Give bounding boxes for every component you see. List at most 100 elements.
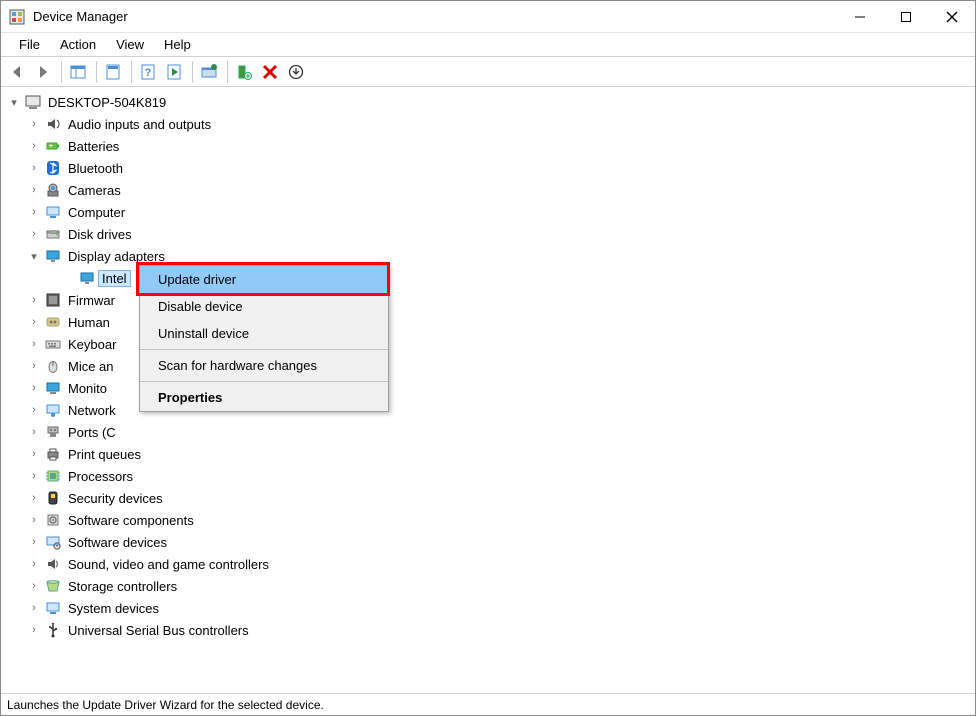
tree-item-label: Network [68,403,116,418]
tree-item-label: Display adapters [68,249,165,264]
update-icon [288,64,304,80]
show-hide-tree-button[interactable] [66,60,90,84]
statusbar-text: Launches the Update Driver Wizard for th… [7,698,324,712]
add-legacy-icon: + [236,64,252,80]
context-menu-item[interactable]: Update driver [140,266,388,293]
tree-category[interactable]: ›Software components [1,509,975,531]
softcomp-icon [45,512,61,528]
computer-root-icon [25,94,41,110]
network-icon [45,402,61,418]
tree-item-label: Monito [68,381,107,396]
expand-arrow-icon[interactable]: › [27,118,41,130]
context-menu-item[interactable]: Disable device [140,293,388,320]
expand-arrow-icon[interactable]: › [27,624,41,636]
tree-item-label: DESKTOP-504K819 [48,95,166,110]
tree-category[interactable]: › Universal Serial Bus controllers [1,619,975,641]
tree-item-label: Keyboar [68,337,116,352]
forward-button[interactable] [31,60,55,84]
toolbar-separator [61,61,62,83]
sound-icon [45,556,61,572]
menu-view[interactable]: View [106,35,154,54]
toolbar-separator [192,61,193,83]
usb-icon [45,622,61,638]
collapse-arrow-icon[interactable]: ▾ [27,250,41,263]
tree-category[interactable]: › Processors [1,465,975,487]
expand-arrow-icon[interactable]: › [27,448,41,460]
expand-arrow-icon[interactable]: › [27,294,41,306]
tree-category[interactable]: ›Storage controllers [1,575,975,597]
context-menu-item[interactable]: Properties [140,384,388,411]
action-button[interactable] [162,60,186,84]
tree-item-label: Mice an [68,359,114,374]
storage-icon [45,578,61,594]
display-icon [79,270,95,286]
context-menu-item[interactable]: Uninstall device [140,320,388,347]
expand-arrow-icon[interactable]: › [27,514,41,526]
expand-arrow-icon[interactable]: › [27,580,41,592]
ports-icon [45,424,61,440]
expand-arrow-icon[interactable]: › [27,206,41,218]
bluetooth-icon [45,160,61,176]
expand-arrow-icon[interactable]: › [27,360,41,372]
tree-item-label: Cameras [68,183,121,198]
tree-category[interactable]: ›Ports (C [1,421,975,443]
tree-category[interactable]: ›Computer [1,201,975,223]
maximize-button[interactable] [883,1,929,33]
menu-help[interactable]: Help [154,35,201,54]
back-button[interactable] [5,60,29,84]
computer-icon [45,204,61,220]
expand-arrow-icon[interactable]: › [27,492,41,504]
statusbar: Launches the Update Driver Wizard for th… [1,693,975,715]
tree-item-label: Security devices [68,491,163,506]
show-hide-tree-icon [70,64,86,80]
expand-arrow-icon[interactable]: › [27,470,41,482]
properties-button[interactable] [101,60,125,84]
tree-item-label: Disk drives [68,227,132,242]
tree-root-computer[interactable]: ▾ DESKTOP-504K819 [1,91,975,113]
context-menu-item[interactable]: Scan for hardware changes [140,352,388,379]
expand-arrow-icon[interactable]: › [27,404,41,416]
minimize-button[interactable] [837,1,883,33]
expand-arrow-icon[interactable]: › [27,536,41,548]
expand-arrow-icon[interactable]: › [27,338,41,350]
expand-arrow-icon[interactable]: › [27,140,41,152]
tree-category[interactable]: ›Software devices [1,531,975,553]
remove-button[interactable] [258,60,282,84]
tree-category[interactable]: ›Audio inputs and outputs [1,113,975,135]
tree-category[interactable]: ▾ Display adapters [1,245,975,267]
tree-category[interactable]: › Disk drives [1,223,975,245]
expand-arrow-icon[interactable]: › [27,228,41,240]
menu-file[interactable]: File [9,35,50,54]
expand-arrow-icon[interactable]: › [27,316,41,328]
tree-category[interactable]: ›Bluetooth [1,157,975,179]
tree-category[interactable]: ›System devices [1,597,975,619]
remove-icon [262,64,278,80]
tree-item-label: Universal Serial Bus controllers [68,623,249,638]
update-button[interactable] [284,60,308,84]
expand-arrow-icon[interactable]: › [27,382,41,394]
menu-action[interactable]: Action [50,35,106,54]
security-icon [45,490,61,506]
close-button[interactable] [929,1,975,33]
monitor-icon [45,380,61,396]
expand-arrow-icon[interactable]: › [27,426,41,438]
tree-category[interactable]: › Security devices [1,487,975,509]
action-icon [166,64,182,80]
tree-category[interactable]: ›Print queues [1,443,975,465]
help-button[interactable]: ? [136,60,160,84]
expand-arrow-icon[interactable]: › [27,602,41,614]
scan-hardware-button[interactable] [197,60,221,84]
tree-category[interactable]: ›Sound, video and game controllers [1,553,975,575]
expand-arrow-icon[interactable]: › [27,558,41,570]
tree-item-label: Firmwar [68,293,115,308]
tree-category[interactable]: ›Batteries [1,135,975,157]
collapse-arrow-icon[interactable]: ▾ [7,96,21,109]
tree-category[interactable]: › Cameras [1,179,975,201]
add-legacy-button[interactable]: + [232,60,256,84]
toolbar-separator [131,61,132,83]
tree-item-label: Processors [68,469,133,484]
expand-arrow-icon[interactable]: › [27,184,41,196]
expand-arrow-icon[interactable]: › [27,162,41,174]
forward-icon [35,64,51,80]
device-tree[interactable]: ▾ DESKTOP-504K819 ›Audio inputs and output… [1,87,975,693]
